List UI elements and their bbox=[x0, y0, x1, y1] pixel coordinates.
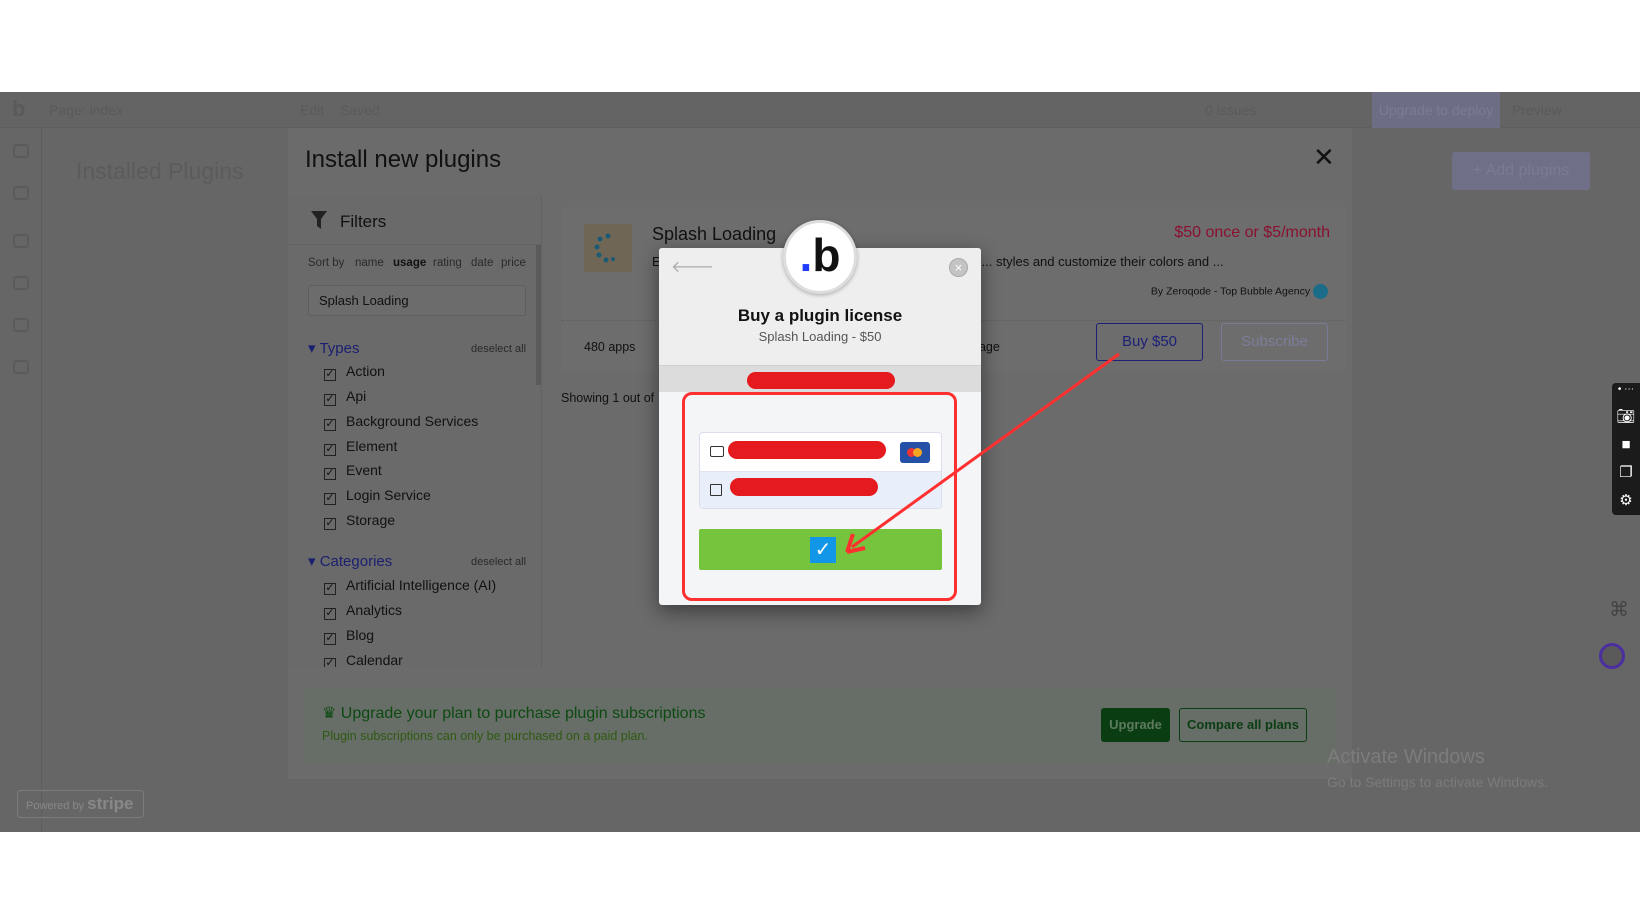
bubble-editor: b Page: index Edit Saved 0 issues Upgrad… bbox=[0, 92, 1640, 832]
annotation-arrow bbox=[845, 352, 1120, 554]
